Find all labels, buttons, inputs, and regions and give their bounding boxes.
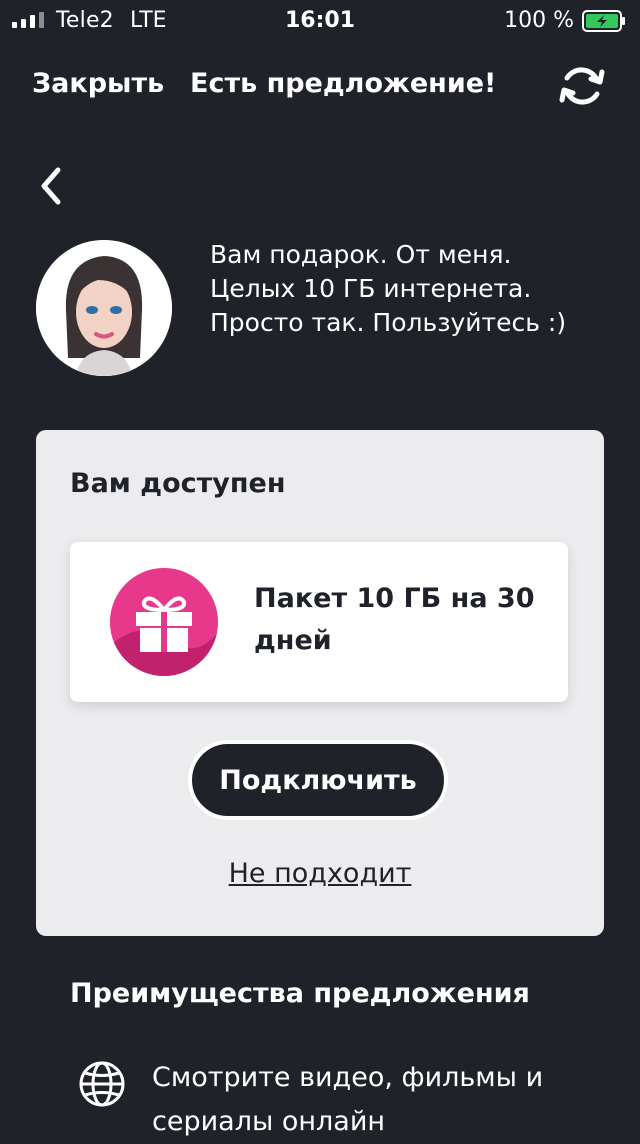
refresh-icon[interactable] [556, 60, 608, 112]
chevron-left-icon[interactable] [36, 166, 72, 206]
page-title: Есть предложение! [190, 68, 497, 99]
message-line: Целых 10 ГБ интернета. [210, 274, 532, 303]
connect-button[interactable]: Подключить [188, 740, 448, 820]
message-line: Вам подарок. От меня. [210, 240, 512, 269]
decline-link[interactable]: Не подходит [36, 858, 604, 889]
gift-icon [110, 568, 218, 676]
avatar [36, 240, 172, 376]
assistant-portrait-icon [36, 240, 172, 376]
message-line: Просто так. Пользуйтесь :) [210, 308, 567, 337]
benefit-item-text: Смотрите видео, фильмы и сериалы онлайн [152, 1062, 544, 1137]
offer-title: Вам доступен [70, 468, 286, 499]
assistant-message: Вам подарок. От меня. Целых 10 ГБ интерн… [210, 238, 610, 340]
battery-percent: 100 % [504, 8, 574, 33]
offer-card: Вам доступен Пакет 10 ГБ на 30 дней Подк… [36, 430, 604, 936]
package-tile: Пакет 10 ГБ на 30 дней [70, 542, 568, 702]
globe-icon [79, 1061, 125, 1107]
package-name: Пакет 10 ГБ на 30 дней [254, 583, 535, 656]
close-button[interactable]: Закрыть [32, 68, 164, 99]
benefits-title: Преимущества предложения [70, 978, 530, 1009]
status-bar: Tele2 LTE 16:01 100 % [0, 0, 640, 40]
battery-icon [582, 10, 625, 32]
